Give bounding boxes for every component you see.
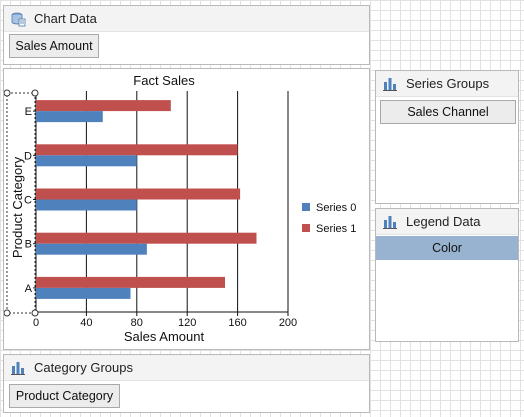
chart-data-panel: Chart Data Sales Amount (3, 5, 370, 65)
legend-swatch (302, 224, 310, 232)
bar-series-1 (36, 232, 257, 244)
selection-handle (4, 309, 11, 317)
bar-series-0 (36, 287, 131, 299)
series-groups-title: Series Groups (406, 76, 490, 91)
chart-data-header: Chart Data (4, 6, 369, 32)
series-groups-panel: Series Groups Sales Channel (375, 70, 519, 204)
category-groups-panel: Category Groups Product Category (3, 354, 370, 413)
legend-swatch (302, 203, 310, 211)
color-field[interactable]: Color (376, 236, 518, 260)
x-tick-label: 120 (178, 317, 196, 329)
chart-data-title: Chart Data (34, 11, 97, 26)
bar-chart-icon (10, 360, 26, 376)
y-tick-label: C (24, 195, 32, 207)
selection-handle (31, 89, 39, 97)
x-tick-label: 80 (131, 317, 143, 329)
selection-handle (4, 89, 11, 97)
selection-handle (31, 309, 39, 317)
sales-amount-field[interactable]: Sales Amount (9, 34, 99, 58)
category-groups-title: Category Groups (34, 360, 133, 375)
x-tick-label: 200 (279, 317, 297, 329)
y-tick-label: D (24, 150, 32, 162)
bar-chart-icon (382, 214, 398, 230)
bar-series-1 (36, 276, 225, 288)
y-tick-label: A (25, 283, 33, 295)
y-axis-label: Product Category (10, 156, 25, 258)
chart-title: Fact Sales (133, 73, 195, 88)
bar-series-0 (36, 111, 103, 123)
bar-series-1 (36, 100, 171, 112)
bar-series-0 (36, 199, 137, 211)
x-tick-label: 40 (80, 317, 92, 329)
product-category-field[interactable]: Product Category (9, 384, 120, 408)
y-tick-label: E (25, 106, 32, 118)
bar-series-1 (36, 188, 241, 200)
category-groups-header: Category Groups (4, 355, 369, 381)
legend-data-panel: Legend Data Color (375, 208, 519, 342)
legend-data-title: Legend Data (406, 214, 481, 229)
legend-data-header: Legend Data (376, 209, 518, 235)
bar-series-0 (36, 243, 147, 255)
legend-label: Series 0 (316, 202, 356, 214)
bar-chart-icon (382, 76, 398, 92)
legend-label: Series 1 (316, 223, 356, 235)
x-tick-label: 160 (228, 317, 246, 329)
y-tick-label: B (25, 239, 32, 251)
chart-panel: Fact Sales 0 40 80 120 160 200 A B C D E Sales Amoun… (3, 68, 370, 350)
series-groups-header: Series Groups (376, 71, 518, 97)
sales-channel-field[interactable]: Sales Channel (380, 100, 516, 124)
bar-chart[interactable]: Fact Sales 0 40 80 120 160 200 A B C D E Sales Amoun… (4, 69, 369, 349)
database-icon (10, 11, 26, 27)
bar-series-1 (36, 144, 238, 156)
x-tick-label: 0 (33, 317, 39, 329)
bar-series-0 (36, 155, 137, 167)
x-axis-label: Sales Amount (124, 329, 205, 344)
